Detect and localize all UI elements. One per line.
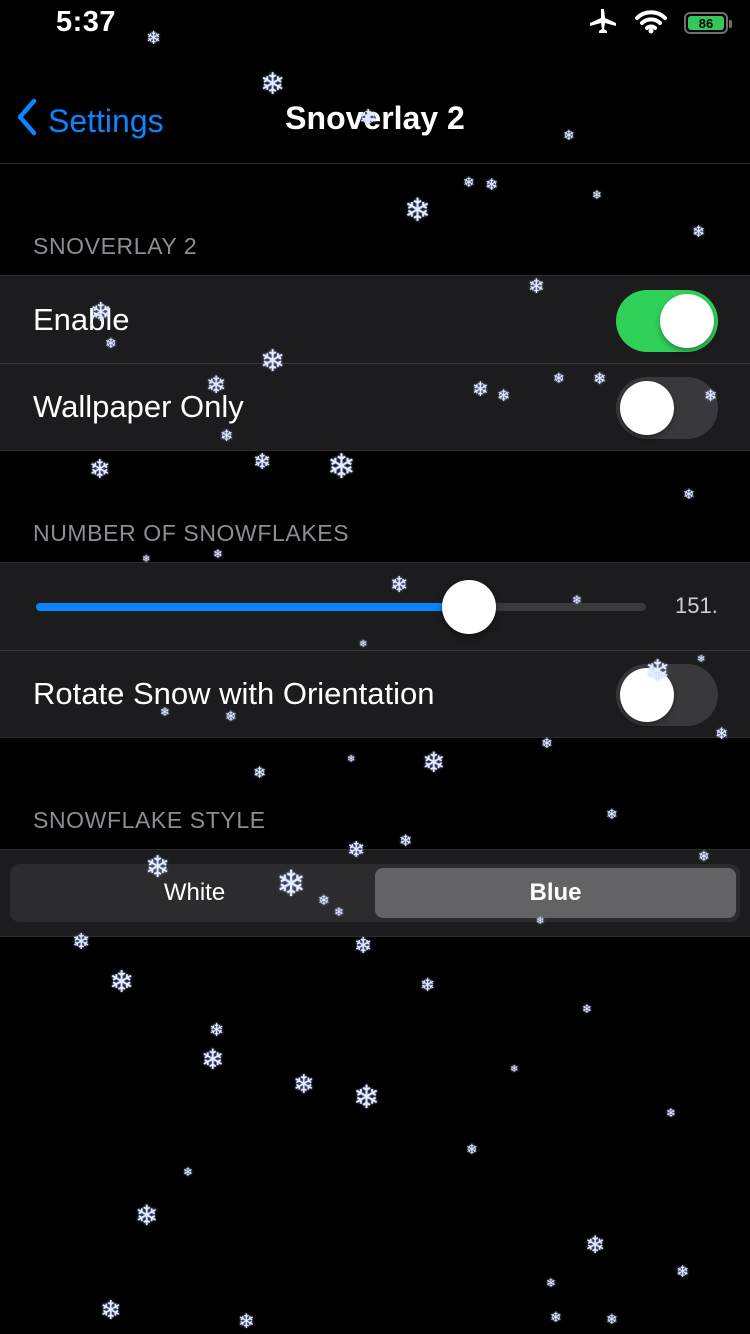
snowflake-icon: ❄ bbox=[606, 1311, 618, 1327]
wallpaper-only-row: Wallpaper Only bbox=[0, 363, 750, 450]
snowflake-icon: ❄ bbox=[463, 174, 475, 190]
snowflake-icon: ❄ bbox=[109, 966, 135, 999]
snowflake-icon: ❄ bbox=[238, 1311, 255, 1333]
snowflake-icon: ❄ bbox=[347, 754, 356, 765]
snowflake-icon: ❄ bbox=[420, 975, 436, 995]
snowflake-icon: ❄ bbox=[582, 1002, 593, 1016]
snowflake-icon: ❄ bbox=[100, 1295, 122, 1325]
battery-level: 86 bbox=[688, 16, 724, 31]
settings-group-snowflakes: 151. Rotate Snow with Orientation bbox=[0, 562, 750, 738]
rotate-snow-toggle-knob bbox=[620, 668, 674, 722]
snowflake-icon: ❄ bbox=[253, 449, 272, 474]
snowflake-icon: ❄ bbox=[592, 188, 603, 202]
snowflake-icon: ❄ bbox=[606, 806, 618, 822]
rotate-snow-toggle[interactable] bbox=[616, 664, 718, 726]
enable-toggle[interactable] bbox=[616, 290, 718, 352]
snowflake-icon: ❄ bbox=[683, 486, 695, 502]
snowflake-icon: ❄ bbox=[692, 224, 706, 241]
page-title: Snoverlay 2 bbox=[285, 100, 465, 136]
enable-toggle-knob bbox=[660, 294, 714, 348]
snowflake-icon: ❄ bbox=[422, 747, 446, 778]
snowflake-icon: ❄ bbox=[399, 833, 413, 850]
enable-row: Enable bbox=[0, 276, 750, 363]
snowflake-icon: ❄ bbox=[354, 933, 373, 958]
snowflake-icon: ❄ bbox=[666, 1106, 677, 1120]
snowflake-icon: ❄ bbox=[404, 192, 431, 228]
snowflake-icon: ❄ bbox=[89, 454, 111, 484]
slider-row: 151. bbox=[0, 563, 750, 650]
slider-knob[interactable] bbox=[442, 580, 497, 634]
rotate-snow-row: Rotate Snow with Orientation bbox=[0, 650, 750, 737]
airplane-icon bbox=[588, 8, 618, 39]
snowflake-icon: ❄ bbox=[327, 448, 356, 486]
snowflake-icon: ❄ bbox=[253, 765, 267, 782]
status-time: 5:37 bbox=[56, 6, 117, 38]
snowflake-icon: ❄ bbox=[353, 1079, 380, 1115]
section-header-number-of-snowflakes: NUMBER OF SNOWFLAKES bbox=[33, 520, 350, 546]
snowflake-icon: ❄ bbox=[183, 1165, 194, 1179]
wallpaper-only-label: Wallpaper Only bbox=[33, 388, 244, 424]
rotate-snow-label: Rotate Snow with Orientation bbox=[33, 675, 435, 711]
snowflake-icon: ❄ bbox=[550, 1309, 562, 1325]
settings-group-style: White Blue bbox=[0, 849, 750, 937]
segment-blue[interactable]: Blue bbox=[375, 868, 736, 918]
snowflake-icon: ❄ bbox=[466, 1141, 478, 1157]
snowflake-icon: ❄ bbox=[213, 547, 224, 561]
slider-fill bbox=[36, 603, 470, 611]
navigation-bar: Settings Snoverlay 2 bbox=[0, 48, 750, 164]
section-header-snoverlay: SNOVERLAY 2 bbox=[33, 233, 198, 259]
slider-value: 151. bbox=[675, 593, 718, 618]
snowflake-icon: ❄ bbox=[485, 177, 499, 194]
snowflake-icon: ❄ bbox=[541, 735, 553, 751]
wallpaper-only-toggle[interactable] bbox=[616, 377, 718, 439]
wallpaper-only-toggle-knob bbox=[620, 381, 674, 435]
battery-icon: 86 bbox=[684, 12, 732, 34]
snowflake-icon: ❄ bbox=[676, 1264, 690, 1281]
snowflake-style-segmented-control[interactable]: White Blue bbox=[10, 864, 740, 922]
snowflake-icon: ❄ bbox=[510, 1064, 519, 1075]
status-icons: 86 bbox=[588, 8, 732, 39]
segment-white[interactable]: White bbox=[14, 868, 375, 918]
status-bar: 5:37 86 bbox=[0, 0, 750, 48]
section-header-snowflake-style: SNOWFLAKE STYLE bbox=[33, 807, 266, 833]
settings-group-main: Enable Wallpaper Only bbox=[0, 275, 750, 451]
snowflake-icon: ❄ bbox=[293, 1069, 315, 1099]
snowflake-icon: ❄ bbox=[135, 1200, 159, 1231]
snowflake-count-slider[interactable] bbox=[36, 580, 646, 634]
snowflake-icon: ❄ bbox=[201, 1044, 225, 1075]
snowflake-icon: ❄ bbox=[209, 1020, 225, 1040]
wifi-icon bbox=[634, 8, 668, 39]
snowflake-icon: ❄ bbox=[546, 1276, 557, 1290]
enable-label: Enable bbox=[33, 301, 130, 337]
snowflake-icon: ❄ bbox=[585, 1232, 606, 1259]
